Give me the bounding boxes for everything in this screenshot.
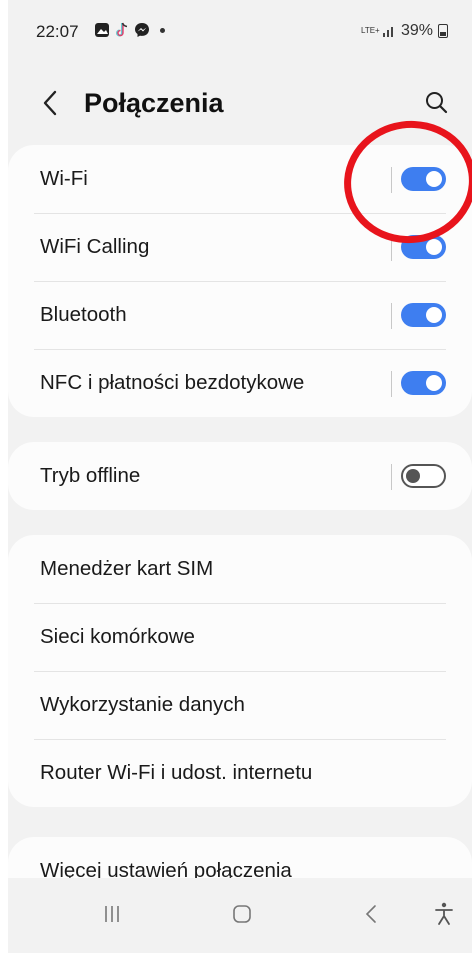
notification-icons bbox=[94, 22, 165, 38]
settings-row-data-usage[interactable]: Wykorzystanie danych bbox=[8, 671, 472, 739]
connections-card: Wi-Fi WiFi Calling Bluetooth NFC i płatn… bbox=[8, 145, 472, 417]
back-icon bbox=[365, 905, 376, 923]
toggle-knob bbox=[426, 375, 442, 391]
home-button[interactable] bbox=[222, 894, 262, 934]
row-label: Router Wi-Fi i udost. internetu bbox=[40, 761, 313, 784]
toggle-knob bbox=[406, 469, 420, 483]
search-icon bbox=[426, 92, 448, 114]
settings-row-bluetooth[interactable]: Bluetooth bbox=[8, 281, 472, 349]
dot-icon bbox=[160, 27, 165, 33]
search-button[interactable] bbox=[422, 88, 452, 118]
toggle-knob bbox=[426, 307, 442, 323]
row-divider bbox=[391, 371, 392, 397]
row-label: Bluetooth bbox=[40, 303, 127, 326]
offline-card: Tryb offline bbox=[8, 442, 472, 510]
row-divider bbox=[391, 303, 392, 329]
bluetooth-toggle[interactable] bbox=[401, 303, 446, 327]
page-title: Połączenia bbox=[84, 88, 224, 118]
status-bar: 22:07 LTE+ 39% bbox=[8, 0, 472, 62]
battery-percent: 39% bbox=[400, 22, 433, 39]
settings-row-wifi[interactable]: Wi-Fi bbox=[8, 145, 472, 213]
settings-row-sim-manager[interactable]: Menedżer kart SIM bbox=[8, 535, 472, 603]
row-divider bbox=[391, 464, 392, 490]
status-time: 22:07 bbox=[36, 22, 79, 41]
settings-row-wifi-calling[interactable]: WiFi Calling bbox=[8, 213, 472, 281]
row-label: Sieci komórkowe bbox=[40, 625, 195, 648]
settings-row-hotspot[interactable]: Router Wi-Fi i udost. internetu bbox=[8, 739, 472, 807]
tiktok-icon bbox=[116, 22, 128, 37]
messenger-icon bbox=[135, 23, 149, 37]
row-label: WiFi Calling bbox=[40, 235, 150, 258]
wifi-toggle[interactable] bbox=[401, 167, 446, 191]
row-label: NFC i płatności bezdotykowe bbox=[40, 371, 305, 394]
row-label: Wykorzystanie danych bbox=[40, 693, 245, 716]
row-divider bbox=[391, 235, 392, 261]
row-label: Menedżer kart SIM bbox=[40, 557, 214, 580]
app-bar: Połączenia bbox=[8, 80, 472, 132]
offline-toggle[interactable] bbox=[401, 464, 446, 488]
gallery-icon bbox=[95, 23, 109, 37]
settings-row-offline[interactable]: Tryb offline bbox=[8, 442, 472, 510]
recents-button[interactable] bbox=[92, 894, 132, 934]
navigation-bar bbox=[8, 878, 472, 953]
recents-icon bbox=[105, 906, 119, 922]
wifi-calling-toggle[interactable] bbox=[401, 235, 446, 259]
toggle-knob bbox=[426, 239, 442, 255]
row-label: Tryb offline bbox=[40, 464, 141, 487]
status-right: LTE+ 39% bbox=[361, 22, 448, 40]
signal-icon bbox=[382, 27, 393, 37]
nfc-toggle[interactable] bbox=[401, 371, 446, 395]
nav-back-button[interactable] bbox=[352, 894, 392, 934]
network-card: Menedżer kart SIM Sieci komórkowe Wykorz… bbox=[8, 535, 472, 807]
settings-row-nfc[interactable]: NFC i płatności bezdotykowe bbox=[8, 349, 472, 417]
settings-row-mobile-networks[interactable]: Sieci komórkowe bbox=[8, 603, 472, 671]
back-button[interactable] bbox=[38, 86, 62, 120]
network-type: LTE+ bbox=[360, 26, 380, 35]
accessibility-button[interactable] bbox=[424, 894, 464, 934]
row-divider bbox=[391, 167, 392, 193]
home-icon bbox=[233, 905, 251, 923]
chevron-left-icon bbox=[43, 90, 57, 116]
toggle-knob bbox=[426, 171, 442, 187]
battery-icon bbox=[438, 24, 448, 38]
row-label: Wi-Fi bbox=[40, 167, 88, 190]
accessibility-icon bbox=[435, 902, 453, 925]
settings-screen: 22:07 LTE+ 39% Połączenia Wi-Fi WiFi Cal… bbox=[8, 0, 472, 953]
